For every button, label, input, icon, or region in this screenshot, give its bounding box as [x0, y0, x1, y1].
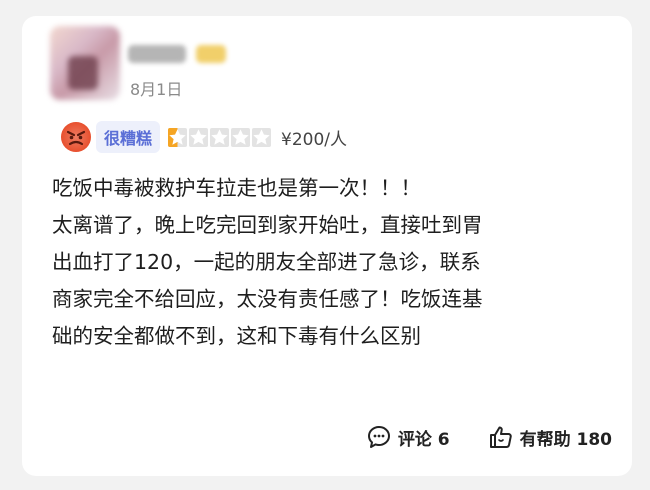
rating-label: 很糟糕: [96, 121, 161, 153]
thumbs-up-icon: [489, 426, 512, 448]
comment-button[interactable]: 评论 6: [366, 424, 450, 450]
angry-face-icon: [61, 122, 91, 152]
review-line: 出血打了120，一起的朋友全部进了急诊，联系: [52, 250, 481, 274]
rating-row: 很糟糕 ¥200/人: [60, 120, 347, 154]
star-filled-icon: [168, 127, 188, 147]
user-level-badge-redacted: [196, 45, 226, 63]
username-redacted: [128, 45, 186, 63]
review-actions: 评论 6 有帮助 180: [366, 424, 612, 450]
star-empty-icon: [231, 127, 251, 147]
review-date: 8月1日: [130, 80, 183, 99]
star-rating: [168, 127, 272, 147]
comment-bubble-icon: [367, 426, 390, 448]
review-line: 太离谱了，晚上吃完回到家开始吐，直接吐到胃: [52, 213, 483, 237]
review-line: 础的安全都做不到，这和下毒有什么区别: [52, 324, 421, 348]
review-line: 吃饭中毒被救护车拉走也是第一次！！！: [52, 176, 421, 200]
review-card: 8月1日 很糟糕 ¥200/人 吃饭中毒被救护车拉走也是第一次！！！ 太离谱了，…: [22, 16, 632, 476]
user-avatar[interactable]: [50, 26, 120, 100]
review-text: 吃饭中毒被救护车拉走也是第一次！！！ 太离谱了，晚上吃完回到家开始吐，直接吐到胃…: [52, 170, 612, 355]
star-empty-icon: [210, 127, 230, 147]
username-blurred[interactable]: [128, 44, 226, 64]
helpful-count: 有帮助 180: [519, 429, 612, 450]
comment-count: 评论 6: [397, 429, 450, 450]
star-empty-icon: [189, 127, 209, 147]
review-line: 商家完全不给回应，太没有责任感了！吃饭连基: [52, 287, 483, 311]
helpful-button[interactable]: 有帮助 180: [488, 424, 612, 450]
price-per-person: ¥200/人: [281, 129, 348, 150]
star-empty-icon: [252, 127, 272, 147]
